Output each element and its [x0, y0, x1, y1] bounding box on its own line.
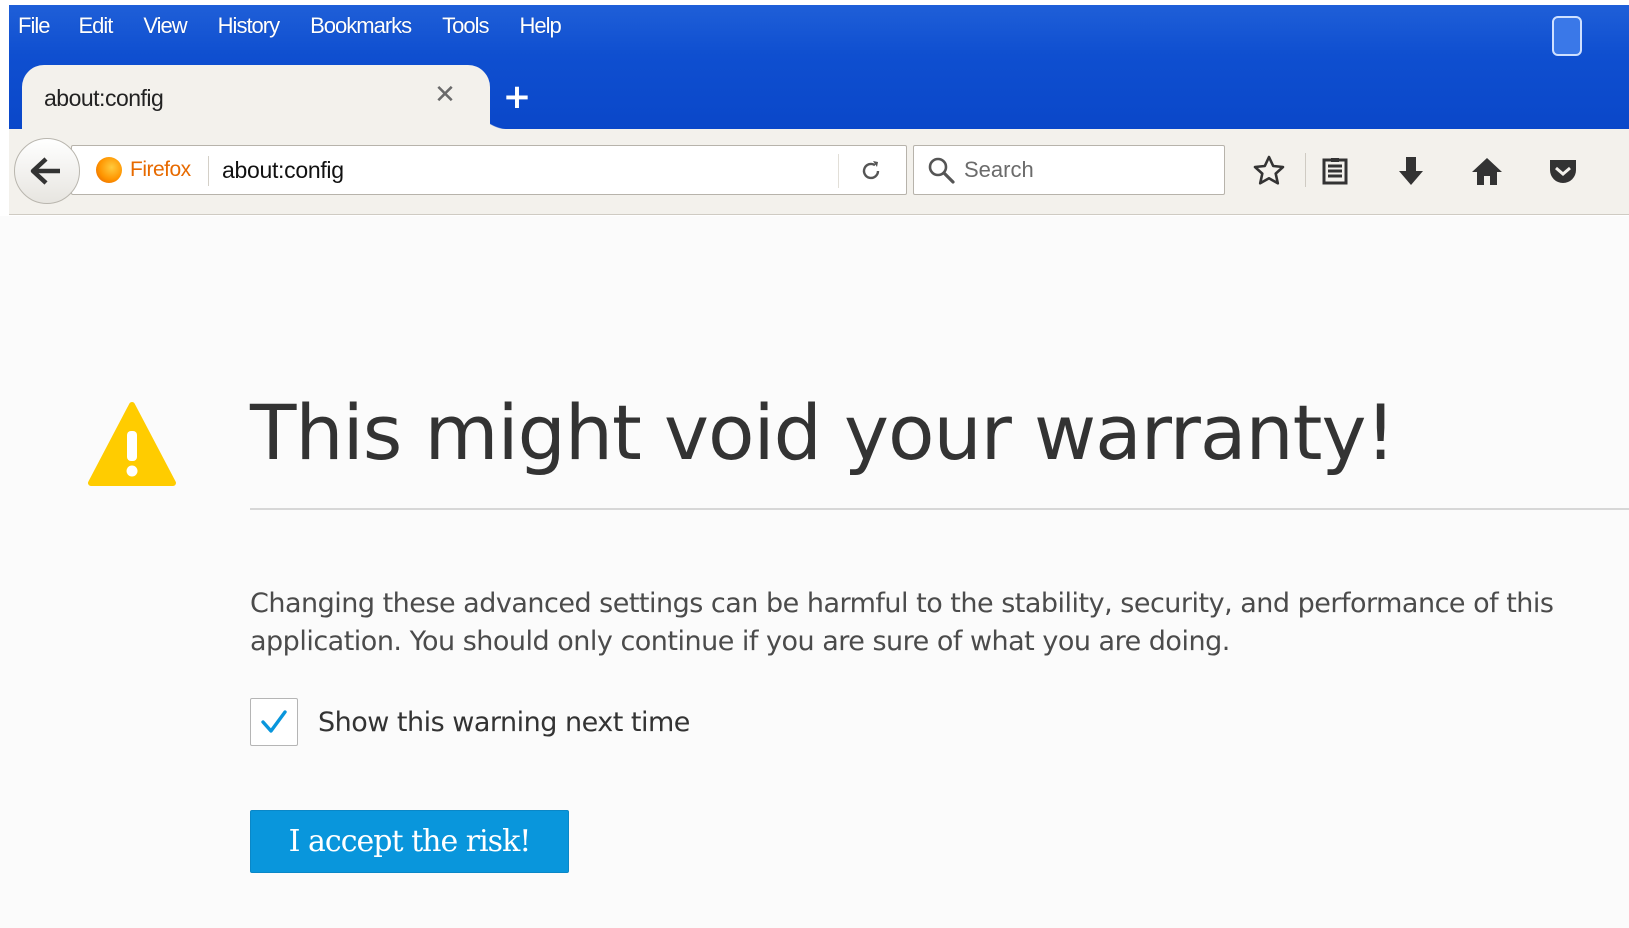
- accept-risk-button[interactable]: I accept the risk!: [250, 810, 569, 873]
- reload-separator: [838, 154, 839, 188]
- url-input[interactable]: about:config: [222, 157, 344, 184]
- search-bar[interactable]: Search: [913, 145, 1225, 195]
- reload-icon[interactable]: [854, 154, 888, 188]
- menu-bar: File Edit View History Bookmarks Tools H…: [9, 11, 583, 41]
- browser-window: File Edit View History Bookmarks Tools H…: [0, 0, 1629, 928]
- star-icon[interactable]: [1249, 151, 1289, 191]
- identity-box[interactable]: Firefox: [96, 146, 191, 194]
- menu-history[interactable]: History: [218, 13, 280, 39]
- show-warning-label: Show this warning next time: [318, 706, 690, 738]
- tab-title: about:config: [44, 85, 164, 111]
- firefox-logo-icon: [96, 157, 122, 183]
- menu-bookmarks[interactable]: Bookmarks: [310, 13, 412, 39]
- show-warning-checkbox[interactable]: [250, 698, 298, 746]
- reading-list-icon[interactable]: [1315, 151, 1355, 191]
- navigation-toolbar: Firefox about:config Search: [9, 129, 1629, 215]
- checkmark-icon: [261, 710, 287, 733]
- show-warning-option[interactable]: Show this warning next time: [250, 697, 690, 747]
- pocket-icon[interactable]: [1543, 151, 1583, 191]
- toolbar-separator: [1305, 153, 1306, 187]
- menu-edit[interactable]: Edit: [78, 13, 113, 39]
- search-icon: [926, 155, 958, 187]
- identity-label: Firefox: [130, 158, 191, 181]
- plus-icon[interactable]: +: [500, 80, 534, 114]
- url-bar[interactable]: Firefox about:config: [71, 145, 907, 195]
- menu-view[interactable]: View: [143, 13, 187, 39]
- tab-about-config[interactable]: about:config ✕: [22, 65, 510, 131]
- title-divider: [250, 508, 1629, 510]
- window-control-button[interactable]: [1552, 16, 1582, 56]
- menu-file[interactable]: File: [18, 13, 50, 39]
- close-icon[interactable]: ✕: [430, 80, 460, 110]
- back-arrow-icon[interactable]: [14, 138, 80, 204]
- download-icon[interactable]: [1391, 151, 1431, 191]
- search-placeholder: Search: [964, 157, 1034, 182]
- warning-icon: [88, 401, 176, 489]
- identity-separator: [208, 156, 209, 186]
- warning-description: Changing these advanced settings can be …: [250, 588, 1554, 657]
- home-icon[interactable]: [1467, 151, 1507, 191]
- menu-tools[interactable]: Tools: [442, 13, 489, 39]
- menu-help[interactable]: Help: [520, 13, 562, 39]
- page-title: This might void your warranty!: [250, 388, 1396, 477]
- page-content: [0, 216, 1629, 928]
